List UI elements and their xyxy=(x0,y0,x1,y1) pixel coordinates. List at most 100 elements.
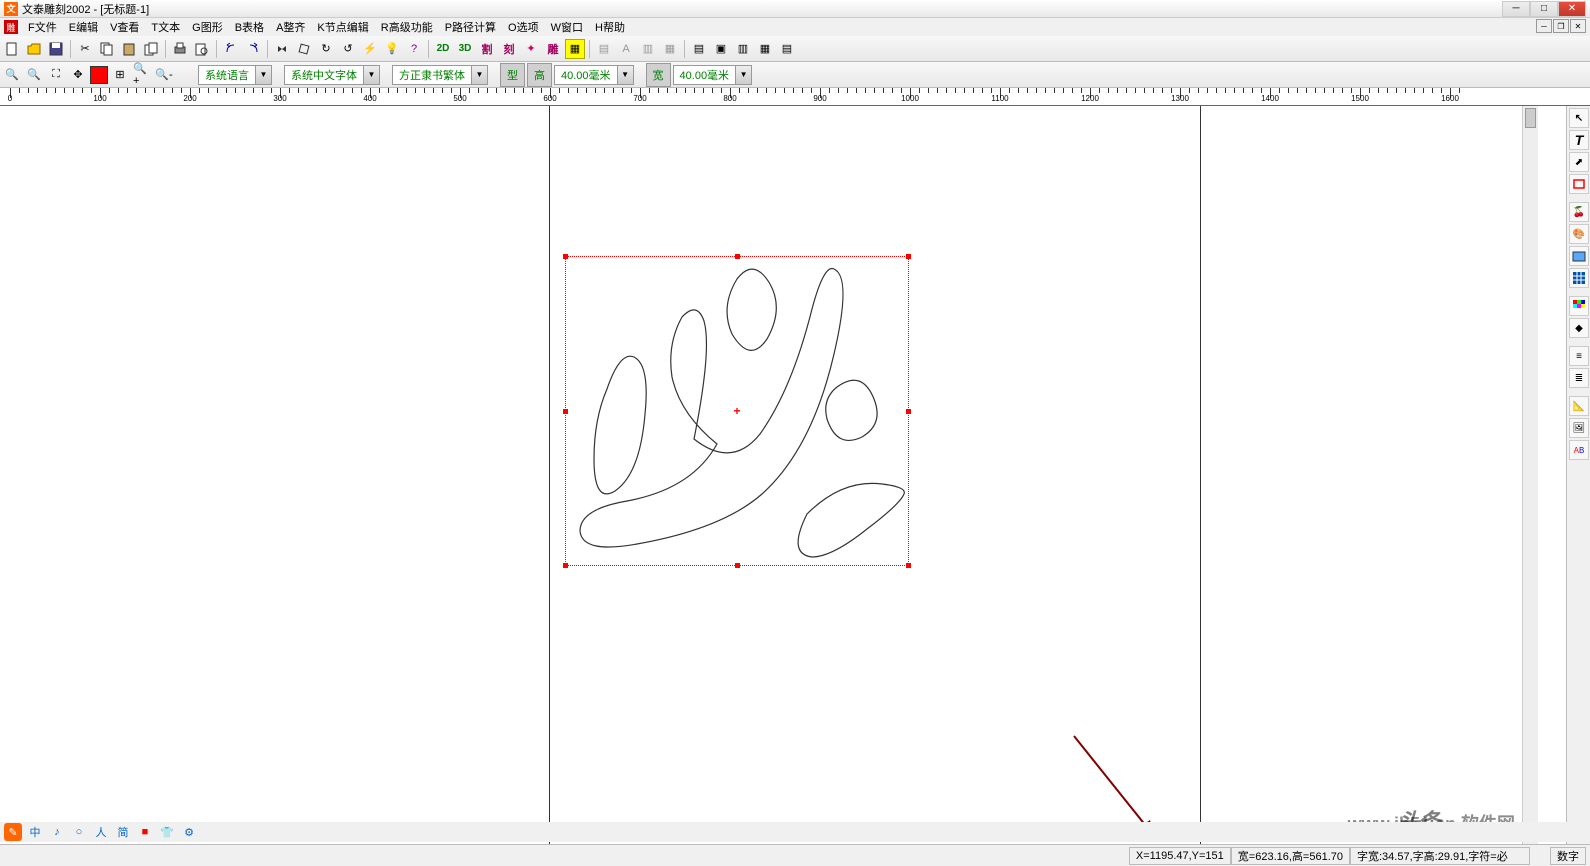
scroll-thumb[interactable] xyxy=(1525,108,1536,128)
ime-icon[interactable]: ✎ xyxy=(4,823,22,841)
print-button[interactable] xyxy=(170,39,190,59)
save-button[interactable] xyxy=(46,39,66,59)
minimize-button[interactable]: ─ xyxy=(1502,1,1530,17)
rotate-button[interactable] xyxy=(294,39,314,59)
menu-advanced[interactable]: R高级功能 xyxy=(375,17,439,37)
menu-edit[interactable]: E编辑 xyxy=(63,17,104,37)
text-align-5[interactable]: ▤ xyxy=(777,39,797,59)
color-tool[interactable]: ⊞ xyxy=(110,65,130,85)
menu-help[interactable]: H帮助 xyxy=(589,17,631,37)
redo-button[interactable] xyxy=(243,39,263,59)
fill-color[interactable] xyxy=(90,66,108,84)
ime-person-icon[interactable]: 人 xyxy=(92,823,110,841)
menu-window[interactable]: W窗口 xyxy=(545,17,589,37)
flip-h-button[interactable] xyxy=(272,39,292,59)
height-dropdown[interactable]: 40.00毫米 ▼ xyxy=(554,65,634,85)
layer-tool2[interactable]: ≣ xyxy=(1569,368,1589,388)
menu-path[interactable]: P路径计算 xyxy=(439,17,502,37)
ab-tool[interactable]: AB xyxy=(1569,440,1589,460)
ime-lang[interactable]: 中 xyxy=(26,823,44,841)
align-tool4[interactable]: ▦ xyxy=(660,39,680,59)
cut-button[interactable]: ✂ xyxy=(75,39,95,59)
lightbulb-button[interactable]: 💡 xyxy=(382,39,402,59)
ime-gear-icon[interactable]: ⚙ xyxy=(180,823,198,841)
menu-text[interactable]: T文本 xyxy=(145,17,186,37)
paste-button[interactable] xyxy=(119,39,139,59)
menu-options[interactable]: O选项 xyxy=(502,17,545,37)
text-align-center[interactable]: ▣ xyxy=(711,39,731,59)
yellow-tool-button[interactable]: ▦ xyxy=(565,39,585,59)
dropdown-arrow-icon[interactable]: ▼ xyxy=(617,66,633,84)
photo-tool[interactable] xyxy=(1569,246,1589,266)
tool-symbol-button[interactable]: ✦ xyxy=(521,39,541,59)
zoom-in[interactable]: 🔍+ xyxy=(132,65,152,85)
text-align-left[interactable]: ▤ xyxy=(689,39,709,59)
dropdown-arrow-icon[interactable]: ▼ xyxy=(255,66,271,84)
style-dropdown[interactable]: 方正隶书繁体 ▼ xyxy=(392,65,488,85)
close-button[interactable]: ✕ xyxy=(1558,1,1586,17)
dropdown-arrow-icon[interactable]: ▼ xyxy=(735,66,751,84)
measure-tool[interactable]: 📐 xyxy=(1569,396,1589,416)
pointer-tool[interactable]: ↖ xyxy=(1569,108,1589,128)
picture-tool[interactable]: 🖼 xyxy=(1569,418,1589,438)
cut-mode-button[interactable]: 割 xyxy=(477,39,497,59)
zoom-out[interactable]: 🔍- xyxy=(154,65,174,85)
3d-button[interactable]: 3D xyxy=(455,39,475,59)
ime-simple[interactable]: 简 xyxy=(114,823,132,841)
ime-moon-icon[interactable]: ♪ xyxy=(48,823,66,841)
zoom-tool1[interactable]: 🔍 xyxy=(2,65,22,85)
carve-button[interactable]: 雕 xyxy=(543,39,563,59)
menu-align[interactable]: A整齐 xyxy=(270,17,311,37)
grid-tool[interactable] xyxy=(1569,268,1589,288)
paint-tool[interactable]: 🎨 xyxy=(1569,224,1589,244)
text-align-justify[interactable]: ▦ xyxy=(755,39,775,59)
mdi-restore[interactable]: ❐ xyxy=(1553,19,1569,33)
cube-tool[interactable]: ◆ xyxy=(1569,318,1589,338)
rotate-ccw-button[interactable]: ↺ xyxy=(338,39,358,59)
mdi-minimize[interactable]: ─ xyxy=(1536,19,1552,33)
copy2-button[interactable] xyxy=(141,39,161,59)
color-palette-tool[interactable] xyxy=(1569,296,1589,316)
open-button[interactable] xyxy=(24,39,44,59)
zoom-fit[interactable]: ⛶ xyxy=(46,65,66,85)
menu-node-edit[interactable]: K节点编辑 xyxy=(311,17,374,37)
cherry-tool[interactable]: 🍒 xyxy=(1569,202,1589,222)
mdi-close[interactable]: ✕ xyxy=(1570,19,1586,33)
selection-box[interactable]: + xyxy=(565,256,909,566)
rotate-cw-button[interactable]: ↻ xyxy=(316,39,336,59)
menu-graphics[interactable]: G图形 xyxy=(186,17,229,37)
menu-view[interactable]: V查看 xyxy=(104,17,145,37)
align-tool1[interactable]: ▤ xyxy=(594,39,614,59)
help-button[interactable]: ? xyxy=(404,39,424,59)
rect-tool[interactable] xyxy=(1569,174,1589,194)
type-button[interactable]: 型 xyxy=(500,63,525,87)
zoom-tool2[interactable]: 🔍 xyxy=(24,65,44,85)
preview-button[interactable] xyxy=(192,39,212,59)
2d-button[interactable]: 2D xyxy=(433,39,453,59)
new-button[interactable] xyxy=(2,39,22,59)
text-tool[interactable]: T xyxy=(1569,130,1589,150)
import-tool[interactable]: ⬈ xyxy=(1569,152,1589,172)
vertical-scrollbar[interactable] xyxy=(1522,106,1538,846)
width-dropdown[interactable]: 40.00毫米 ▼ xyxy=(673,65,753,85)
ime-rec-icon[interactable]: ■ xyxy=(136,823,154,841)
ime-shirt-icon[interactable]: 👕 xyxy=(158,823,176,841)
text-align-right[interactable]: ▥ xyxy=(733,39,753,59)
tool-button[interactable]: ⚡ xyxy=(360,39,380,59)
menu-table[interactable]: B表格 xyxy=(229,17,270,37)
undo-button[interactable] xyxy=(221,39,241,59)
font-dropdown[interactable]: 系统中文字体 ▼ xyxy=(284,65,380,85)
engrave-button[interactable]: 刻 xyxy=(499,39,519,59)
move-tool[interactable]: ✥ xyxy=(68,65,88,85)
maximize-button[interactable]: □ xyxy=(1530,1,1558,17)
align-tool2[interactable]: A xyxy=(616,39,636,59)
menu-file[interactable]: F文件 xyxy=(22,17,63,37)
dropdown-arrow-icon[interactable]: ▼ xyxy=(471,66,487,84)
ime-circle-icon[interactable]: ○ xyxy=(70,823,88,841)
dropdown-arrow-icon[interactable]: ▼ xyxy=(363,66,379,84)
align-tool3[interactable]: ▥ xyxy=(638,39,658,59)
copy-button[interactable] xyxy=(97,39,117,59)
layer-tool1[interactable]: ≡ xyxy=(1569,346,1589,366)
language-dropdown[interactable]: 系统语言 ▼ xyxy=(198,65,272,85)
canvas[interactable]: + xyxy=(0,106,1566,846)
